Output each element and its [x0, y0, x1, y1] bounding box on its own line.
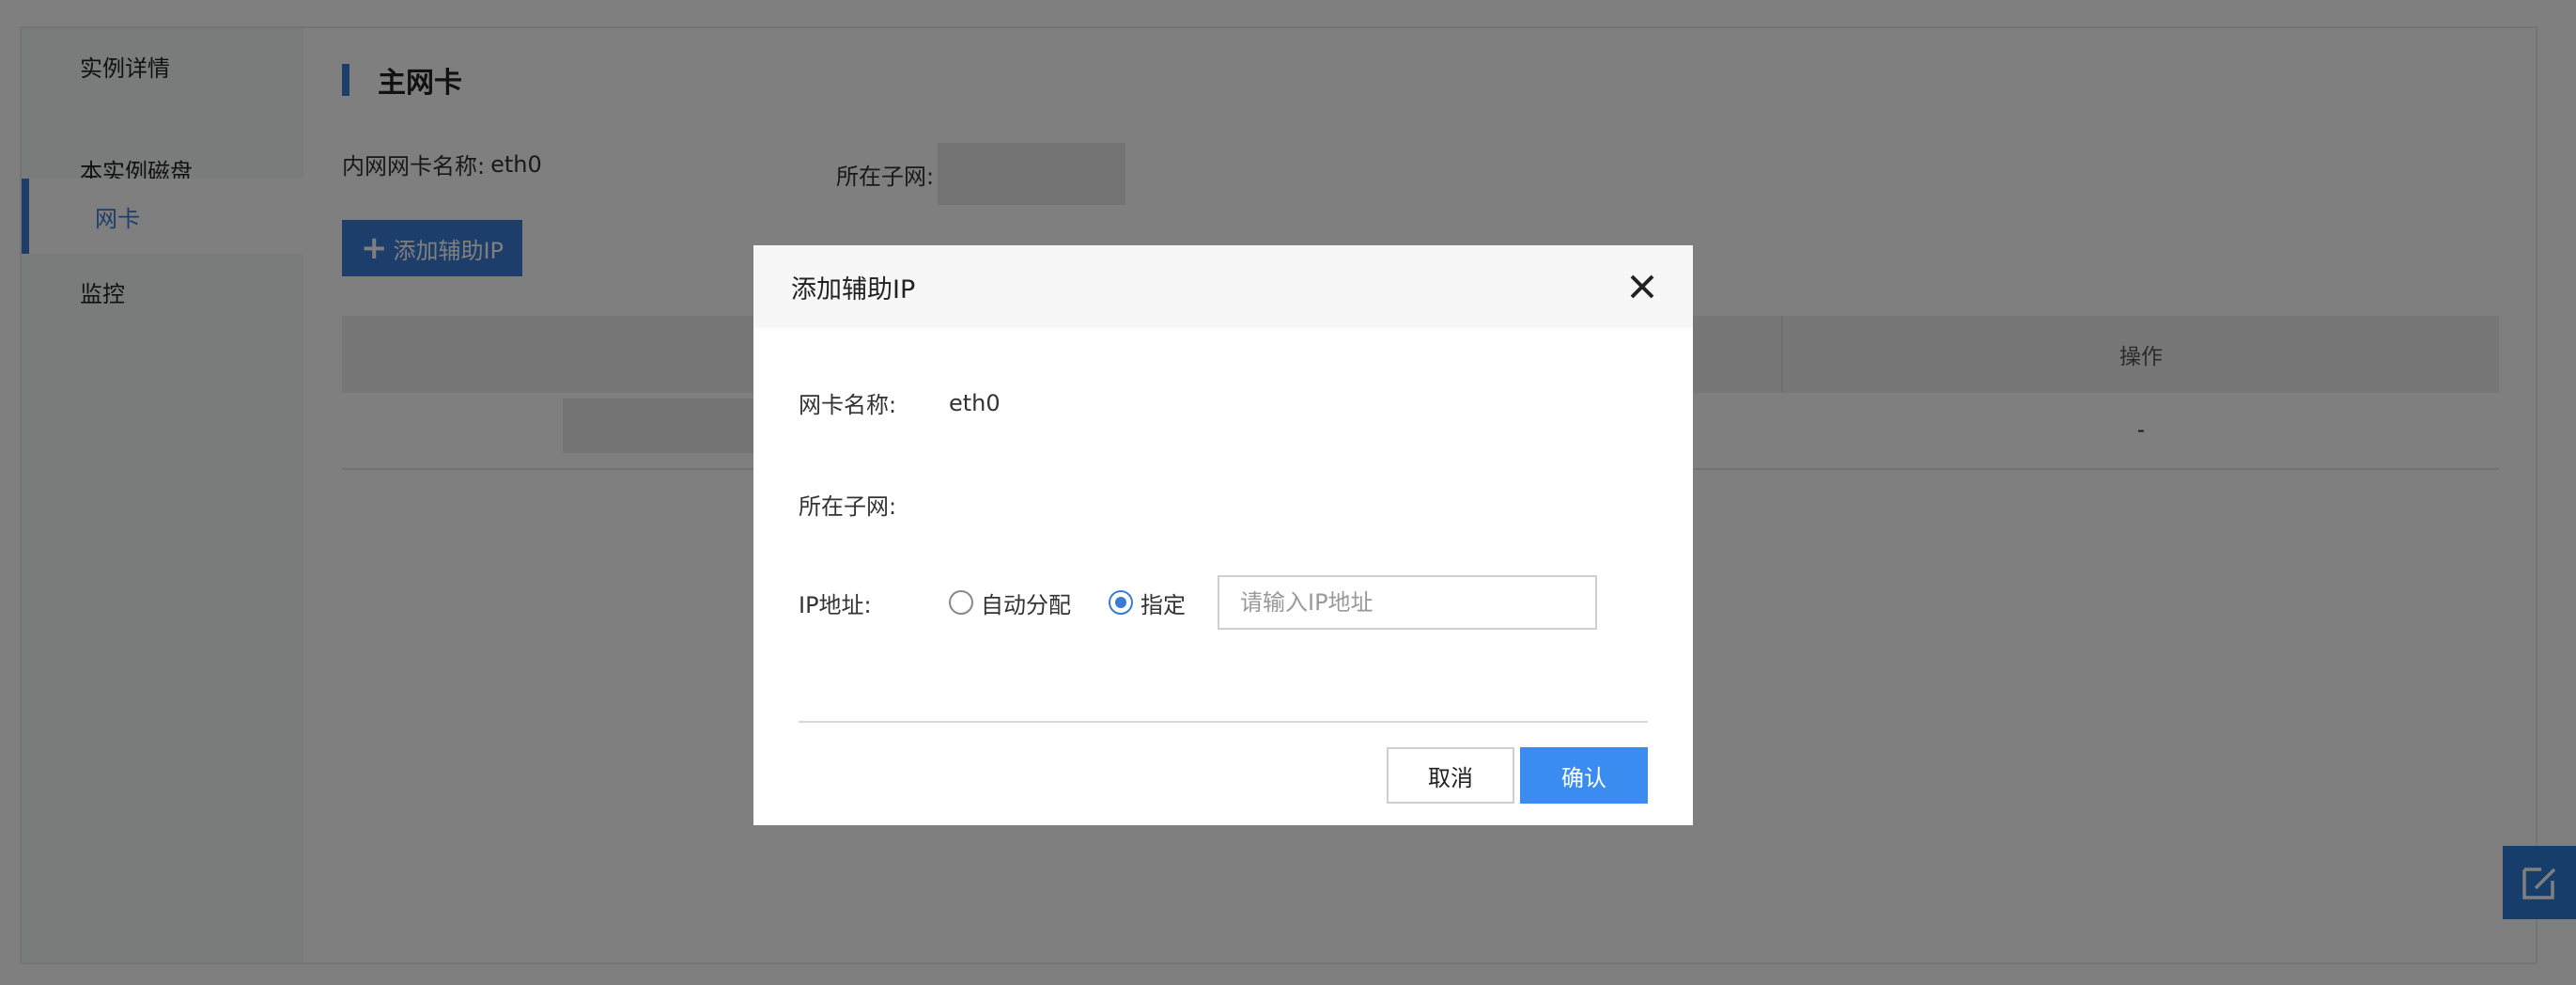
dialog-header: 添加辅助IP	[753, 245, 1693, 328]
ip-address-input[interactable]	[1218, 575, 1597, 630]
radio-auto-label: 自动分配	[981, 591, 1071, 618]
radio-specify-circle[interactable]	[1109, 590, 1133, 615]
dialog-title: 添加辅助IP	[791, 274, 916, 305]
close-button[interactable]	[1625, 270, 1659, 304]
close-icon	[1630, 274, 1654, 299]
dialog-nic-label: 网卡名称:	[799, 392, 897, 418]
ip-address-row: IP地址: 自动分配 指定	[799, 575, 1597, 630]
dialog-footer-divider	[799, 721, 1648, 723]
dialog-subnet-label: 所在子网:	[799, 493, 897, 520]
dialog-ip-label: IP地址:	[799, 591, 872, 618]
add-secondary-ip-dialog: 添加辅助IP 网卡名称: eth0 所在子网: IP地址: 自动分配 指定 请输…	[753, 245, 1693, 825]
subnet-row: 所在子网:	[799, 488, 949, 521]
radio-specify-label: 指定	[1141, 591, 1186, 618]
radio-auto-circle[interactable]	[949, 590, 973, 615]
radio-specify[interactable]: 指定	[1109, 586, 1186, 619]
nic-name-row: 网卡名称: eth0	[799, 386, 1001, 419]
dialog-nic-value: eth0	[949, 389, 1001, 416]
page: 实例详情 本实例磁盘 网卡 监控 主网卡 内网网卡名称: eth0 所在子网: …	[0, 0, 2576, 985]
confirm-button[interactable]: 确认	[1520, 747, 1648, 804]
cancel-button[interactable]: 取消	[1387, 747, 1514, 804]
radio-auto-assign[interactable]: 自动分配	[949, 586, 1071, 619]
